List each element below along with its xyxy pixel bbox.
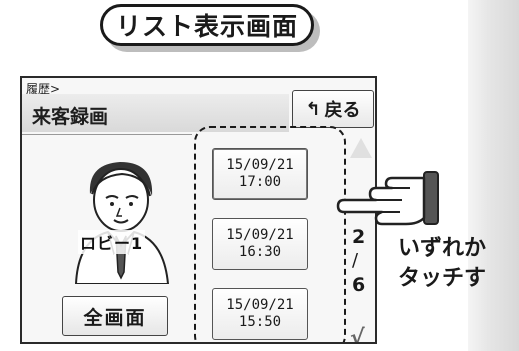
return-arrow-icon: ↰ <box>305 98 321 120</box>
entry-date: 15/09/21 <box>226 157 294 173</box>
entry-date: 15/09/21 <box>226 297 294 313</box>
entry-time: 16:30 <box>238 244 282 260</box>
callout-line-1: いずれか <box>398 236 487 261</box>
instruction-callout: いずれか タッチす <box>398 234 486 294</box>
recording-entry-3[interactable]: 15/09/21 15:50 <box>212 288 308 340</box>
recording-entry-2[interactable]: 15/09/21 16:30 <box>212 218 308 270</box>
page-title: リスト表示画面 <box>100 4 314 46</box>
divider <box>22 134 192 135</box>
entry-time: 15:50 <box>238 314 282 330</box>
callout-line-2: タッチす <box>398 266 487 291</box>
pointing-hand-icon <box>336 171 439 226</box>
visitor-illustration <box>74 162 170 284</box>
recording-entry-1[interactable]: 15/09/21 17:00 <box>212 148 308 200</box>
scroll-down-icon[interactable]: √ <box>350 326 365 342</box>
back-button[interactable]: ↰ 戻る <box>292 90 374 128</box>
scroll-column: 2 / 6 √ <box>348 138 374 342</box>
fullscreen-button[interactable]: 全画面 <box>62 296 168 336</box>
device-screen: 履歴> 来客録画 ↰ 戻る ロビー1 全画面 15/09/21 17:00 15… <box>20 76 377 344</box>
scroll-up-icon[interactable] <box>350 138 372 158</box>
entry-time: 17:00 <box>238 174 282 190</box>
character-label: ロビー1 <box>78 230 146 254</box>
entry-date: 15/09/21 <box>226 227 294 243</box>
screen-title: 来客録画 <box>32 106 109 128</box>
page-total: 6 <box>352 274 366 296</box>
page-edge <box>468 0 519 351</box>
page-separator: / <box>352 250 359 271</box>
back-button-label: 戻る <box>324 100 361 121</box>
